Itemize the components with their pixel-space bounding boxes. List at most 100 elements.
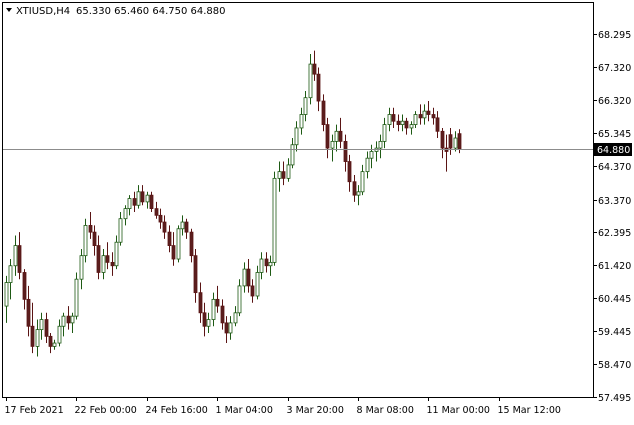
candle-body <box>110 261 115 267</box>
candle-body <box>13 245 18 267</box>
candle-body <box>22 272 27 300</box>
candle-body <box>215 298 220 307</box>
price-chart[interactable]: 68.295 67.320 66.320 65.345 64.370 63.370 62.3… <box>0 0 634 421</box>
candle-body <box>360 171 365 193</box>
candle-body <box>290 144 295 166</box>
candle-body <box>440 130 445 149</box>
candle-body <box>409 124 414 129</box>
time-tick-label: 17 Feb 2021 <box>5 405 64 416</box>
candle-body <box>308 63 313 99</box>
candle-body <box>74 278 79 317</box>
candle-body <box>70 315 75 324</box>
price-tick-label: 64.370 <box>598 162 631 173</box>
candle-body <box>382 124 387 142</box>
current-price-label: 64.880 <box>597 145 630 156</box>
candle <box>176 225 181 263</box>
candle-body <box>83 225 88 257</box>
candle-body <box>8 265 13 283</box>
candle-body <box>352 181 357 196</box>
candle-body <box>35 329 40 347</box>
candle-body <box>237 285 242 314</box>
candle-body <box>118 218 123 243</box>
candle-body <box>431 114 436 119</box>
candle-body <box>435 117 440 132</box>
candle-body <box>246 268 251 287</box>
candle-body <box>268 261 273 267</box>
candle-body <box>211 298 216 320</box>
candle-body <box>220 305 225 324</box>
candle-body <box>338 130 343 142</box>
candle-body <box>127 198 132 210</box>
candle-body <box>180 221 185 230</box>
chart-background <box>0 0 634 421</box>
candle-body <box>453 137 458 149</box>
time-tick-label: 11 Mar 00:00 <box>427 405 490 416</box>
time-tick-label: 8 Mar 08:00 <box>357 405 414 416</box>
candle-body <box>413 114 418 125</box>
price-tick-label: 63.370 <box>598 196 631 207</box>
candle-body <box>312 63 317 75</box>
chart-canvas[interactable]: 68.295 67.320 66.320 65.345 64.370 63.370 62.3… <box>0 0 634 421</box>
candle-body <box>294 127 299 146</box>
price-tick-label: 57.495 <box>598 393 631 404</box>
candle-body <box>321 100 326 125</box>
candle-body <box>140 191 145 203</box>
candle-body <box>356 191 361 196</box>
candle-body <box>224 322 229 334</box>
candle-body <box>96 245 101 273</box>
candle-body <box>154 208 159 216</box>
candle-body <box>303 97 308 115</box>
candle-body <box>158 214 163 223</box>
candle-body <box>171 245 176 260</box>
candle-body <box>255 272 260 297</box>
candle <box>149 191 154 212</box>
candle-body <box>198 292 203 314</box>
ohlc-values: 65.330 65.460 64.750 64.880 <box>76 6 226 17</box>
candle-body <box>347 161 352 183</box>
candle-body <box>228 322 233 334</box>
price-tick-label: 60.445 <box>598 294 631 305</box>
candle-body <box>88 225 93 233</box>
candle-body <box>30 325 35 347</box>
candle-body <box>259 258 264 273</box>
price-tick-label: 59.445 <box>598 327 631 338</box>
candle <box>272 171 277 266</box>
candle-body <box>272 177 277 263</box>
candle-body <box>202 312 207 327</box>
candle-body <box>378 140 383 149</box>
candle-body <box>145 194 150 203</box>
candle-body <box>184 221 189 233</box>
candle-body <box>457 133 462 150</box>
candle-body <box>101 255 106 273</box>
candle-body <box>369 151 374 159</box>
candle-body <box>281 171 286 179</box>
candle-body <box>79 255 84 280</box>
candle-body <box>189 231 194 257</box>
candle-body <box>48 335 53 347</box>
price-tick-label: 62.395 <box>598 228 631 239</box>
price-tick-label: 68.295 <box>598 30 631 41</box>
candle-body <box>325 124 330 149</box>
candle-body <box>422 110 427 119</box>
candle-body <box>4 282 9 307</box>
candle-body <box>17 245 22 273</box>
candle <box>74 272 79 320</box>
candle-body <box>426 110 431 115</box>
candle-body <box>66 315 71 324</box>
price-tick-label: 67.320 <box>598 63 631 74</box>
candle-body <box>387 114 392 125</box>
candle-body <box>132 198 137 206</box>
candle-body <box>316 73 321 102</box>
time-tick-label: 15 Mar 12:00 <box>498 405 561 416</box>
candle-body <box>44 319 49 337</box>
candle-body <box>92 231 97 246</box>
time-tick-label: 22 Feb 00:00 <box>75 405 137 416</box>
price-tick-label: 66.320 <box>598 96 631 107</box>
candle-body <box>52 342 57 347</box>
candle-body <box>334 130 339 142</box>
candle-body <box>61 315 66 327</box>
candle-body <box>404 120 409 129</box>
candle-body <box>26 298 31 327</box>
candle-body <box>396 120 401 125</box>
candle-body <box>206 319 211 327</box>
